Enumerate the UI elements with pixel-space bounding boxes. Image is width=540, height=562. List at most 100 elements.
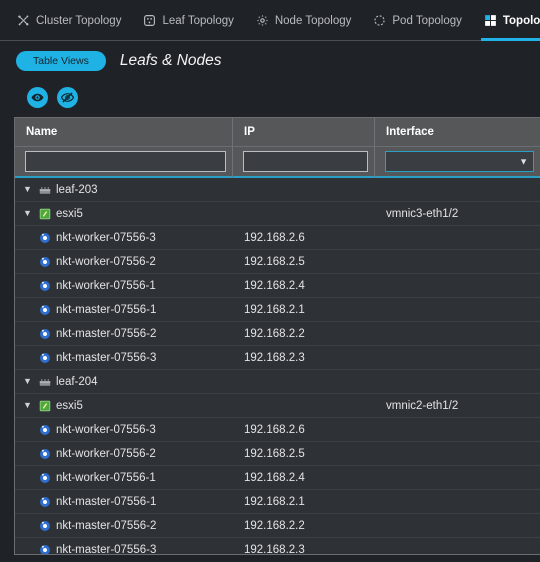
row-name-label: nkt-master-07556-2 bbox=[56, 327, 157, 340]
row-name-label: nkt-master-07556-1 bbox=[56, 495, 157, 508]
row-interface-cell bbox=[375, 442, 540, 466]
node-icon bbox=[40, 448, 50, 459]
topology-table-icon bbox=[484, 14, 497, 27]
show-all-button[interactable] bbox=[27, 86, 48, 108]
chevron-down-icon[interactable]: ▼ bbox=[21, 377, 34, 386]
tab-cluster-topology[interactable]: Cluster Topology bbox=[6, 0, 132, 41]
row-name-cell: nkt-worker-07556-3 bbox=[15, 226, 233, 250]
table-row[interactable]: nkt-worker-07556-1 192.168.2.4 bbox=[15, 274, 540, 298]
table-row[interactable]: nkt-master-07556-3 192.168.2.3 bbox=[15, 538, 540, 555]
row-ip-cell bbox=[233, 394, 375, 418]
column-header-ip[interactable]: IP bbox=[233, 118, 375, 147]
table-row[interactable]: ▼ esxi5 vmnic2-eth1/2 bbox=[15, 394, 540, 418]
row-ip-cell: 192.168.2.3 bbox=[244, 351, 305, 364]
node-icon bbox=[40, 352, 50, 363]
row-ip-cell bbox=[233, 370, 375, 394]
topology-tab-bar: Cluster Topology Leaf Topology Node Topolo… bbox=[0, 0, 540, 41]
row-interface-cell bbox=[375, 298, 540, 322]
tab-pod-topology[interactable]: Pod Topology bbox=[362, 0, 472, 41]
row-name-label: nkt-master-07556-2 bbox=[56, 519, 157, 532]
filter-select-interface[interactable] bbox=[385, 151, 534, 172]
hide-all-button[interactable] bbox=[57, 86, 78, 108]
tab-label: Cluster Topology bbox=[36, 14, 122, 27]
tab-leaf-topology[interactable]: Leaf Topology bbox=[132, 0, 244, 41]
column-header-name[interactable]: Name bbox=[15, 118, 233, 147]
row-name-label: nkt-worker-07556-1 bbox=[56, 471, 156, 484]
row-ip-cell: 192.168.2.6 bbox=[244, 423, 305, 436]
chevron-down-icon[interactable]: ▼ bbox=[21, 401, 34, 410]
host-icon bbox=[39, 400, 51, 411]
table-row[interactable]: nkt-master-07556-3 192.168.2.3 bbox=[15, 346, 540, 370]
row-ip-cell: 192.168.2.2 bbox=[244, 327, 305, 340]
node-icon bbox=[40, 520, 50, 531]
row-name-cell: nkt-master-07556-3 bbox=[15, 538, 233, 554]
tab-label: Node Topology bbox=[274, 14, 352, 27]
table-row[interactable]: ▼ leaf-203 bbox=[15, 178, 540, 202]
row-name-cell: nkt-worker-07556-2 bbox=[15, 442, 233, 466]
table-views-button[interactable]: Table Views bbox=[16, 51, 106, 71]
table-row[interactable]: ▼ esxi5 vmnic3-eth1/2 bbox=[15, 202, 540, 226]
row-interface-cell bbox=[375, 250, 540, 274]
node-icon bbox=[40, 472, 50, 483]
table-row[interactable]: nkt-worker-07556-2 192.168.2.5 bbox=[15, 442, 540, 466]
row-name-cell: nkt-master-07556-1 bbox=[15, 298, 233, 322]
eye-icon bbox=[31, 91, 44, 104]
node-icon bbox=[40, 544, 50, 554]
row-name-label: esxi5 bbox=[56, 207, 83, 220]
table-row[interactable]: nkt-master-07556-1 192.168.2.1 bbox=[15, 298, 540, 322]
row-ip-cell: 192.168.2.2 bbox=[244, 519, 305, 532]
node-icon bbox=[40, 280, 50, 291]
tab-label: Leaf Topology bbox=[162, 14, 234, 27]
table-views-row: Table Views Leafs & Nodes bbox=[0, 41, 540, 81]
table-row[interactable]: nkt-worker-07556-3 192.168.2.6 bbox=[15, 418, 540, 442]
row-name-label: nkt-worker-07556-3 bbox=[56, 231, 156, 244]
table-row[interactable]: nkt-worker-07556-3 192.168.2.6 bbox=[15, 226, 540, 250]
row-interface-cell bbox=[375, 274, 540, 298]
table-row[interactable]: nkt-master-07556-1 192.168.2.1 bbox=[15, 490, 540, 514]
row-ip-cell: 192.168.2.1 bbox=[244, 303, 305, 316]
tab-topology-table[interactable]: Topology Table bbox=[473, 0, 540, 41]
row-ip-cell: 192.168.2.3 bbox=[244, 543, 305, 555]
filter-cell-interface: ▼ bbox=[375, 146, 540, 177]
view-title: Leafs & Nodes bbox=[119, 52, 222, 69]
node-icon bbox=[40, 424, 50, 435]
row-ip-cell: 192.168.2.4 bbox=[244, 471, 305, 484]
row-name-cell: nkt-worker-07556-1 bbox=[15, 466, 233, 490]
topology-table: Name IP Interface ▼ ▼ leaf-203 ▼ esxi5 vmnic… bbox=[14, 117, 540, 555]
table-row[interactable]: ▼ leaf-204 bbox=[15, 370, 540, 394]
row-name-label: nkt-master-07556-1 bbox=[56, 303, 157, 316]
chevron-down-icon[interactable]: ▼ bbox=[21, 209, 34, 218]
table-row[interactable]: nkt-worker-07556-1 192.168.2.4 bbox=[15, 466, 540, 490]
table-row[interactable]: nkt-master-07556-2 192.168.2.2 bbox=[15, 514, 540, 538]
tab-label: Topology Table bbox=[502, 14, 540, 27]
node-icon bbox=[40, 256, 50, 267]
row-name-cell: nkt-master-07556-3 bbox=[15, 346, 233, 370]
row-ip-cell: 192.168.2.5 bbox=[244, 255, 305, 268]
row-interface-cell bbox=[375, 466, 540, 490]
host-icon bbox=[39, 208, 51, 219]
row-name-label: leaf-204 bbox=[56, 375, 98, 388]
row-name-cell: ▼ esxi5 bbox=[15, 202, 233, 226]
row-ip-cell: 192.168.2.1 bbox=[244, 495, 305, 508]
active-tab-indicator bbox=[480, 38, 540, 41]
filter-input-ip[interactable] bbox=[243, 151, 368, 172]
row-ip-cell: 192.168.2.5 bbox=[244, 447, 305, 460]
row-ip-cell bbox=[233, 178, 375, 202]
cluster-topology-icon bbox=[17, 14, 30, 27]
row-name-cell: ▼ esxi5 bbox=[15, 394, 233, 418]
table-row[interactable]: nkt-master-07556-2 192.168.2.2 bbox=[15, 322, 540, 346]
row-name-label: leaf-203 bbox=[56, 183, 98, 196]
chevron-down-icon[interactable]: ▼ bbox=[21, 185, 34, 194]
row-name-label: nkt-master-07556-3 bbox=[56, 351, 157, 364]
filter-input-name[interactable] bbox=[25, 151, 226, 172]
row-name-cell: nkt-master-07556-2 bbox=[15, 514, 233, 538]
table-header-row: Name IP Interface bbox=[15, 118, 540, 147]
table-filter-row: ▼ bbox=[15, 146, 540, 178]
row-name-label: nkt-worker-07556-2 bbox=[56, 447, 156, 460]
table-body: ▼ leaf-203 ▼ esxi5 vmnic3-eth1/2 nkt-worker-0… bbox=[15, 178, 540, 555]
row-name-label: nkt-worker-07556-1 bbox=[56, 279, 156, 292]
tab-node-topology[interactable]: Node Topology bbox=[245, 0, 363, 41]
table-row[interactable]: nkt-worker-07556-2 192.168.2.5 bbox=[15, 250, 540, 274]
row-interface-cell: vmnic2-eth1/2 bbox=[386, 399, 459, 412]
column-header-interface[interactable]: Interface bbox=[375, 118, 540, 147]
